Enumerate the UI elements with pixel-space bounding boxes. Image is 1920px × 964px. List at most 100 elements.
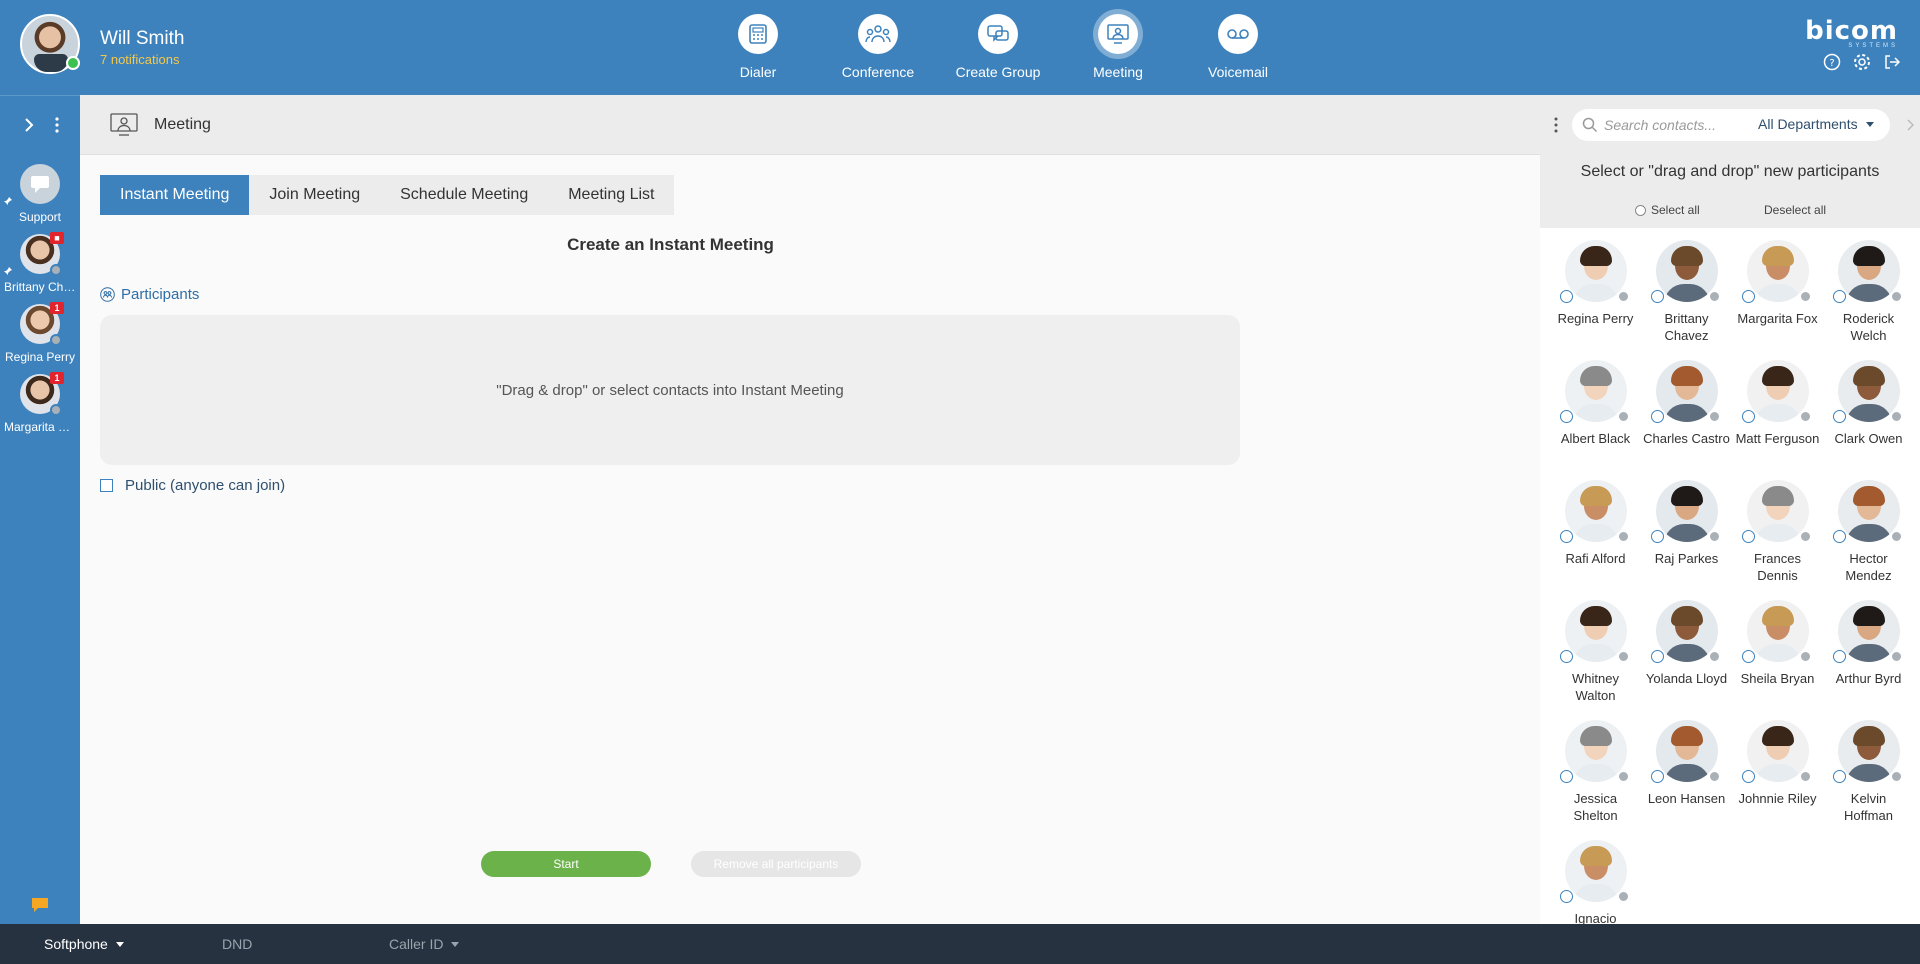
contact-select-radio[interactable] <box>1651 530 1664 543</box>
presence-status-icon <box>1890 530 1903 543</box>
tab-instant-meeting[interactable]: Instant Meeting <box>100 175 250 215</box>
contact-card[interactable]: Rafi Alford <box>1550 480 1641 600</box>
tab-meeting-list[interactable]: Meeting List <box>548 175 675 215</box>
contact-select-radio[interactable] <box>1651 770 1664 783</box>
chevron-down-icon <box>1865 121 1874 127</box>
nav-voicemail[interactable]: Voicemail <box>1183 14 1293 80</box>
dialer-icon <box>738 14 778 54</box>
contact-select-radio[interactable] <box>1833 290 1846 303</box>
online-status-icon <box>66 56 80 70</box>
nav-dialer[interactable]: Dialer <box>703 14 813 80</box>
dnd-toggle[interactable]: DND <box>222 936 252 952</box>
presence-status-icon <box>1617 650 1630 663</box>
public-checkbox[interactable] <box>100 479 113 492</box>
chevron-right-icon[interactable] <box>1906 119 1914 131</box>
nav-conference[interactable]: Conference <box>823 14 933 80</box>
contacts-panel: All Departments Select or "drag and drop… <box>1540 95 1920 924</box>
contact-select-radio[interactable] <box>1833 410 1846 423</box>
help-icon[interactable]: ? <box>1822 52 1842 72</box>
presence-status-icon <box>1890 650 1903 663</box>
sidebar-contact-name: Margarita Fox <box>4 420 79 434</box>
contact-select-radio[interactable] <box>1833 530 1846 543</box>
contact-select-radio[interactable] <box>1560 650 1573 663</box>
contact-select-radio[interactable] <box>1560 530 1573 543</box>
expand-chevron-icon[interactable] <box>18 114 40 136</box>
contact-card[interactable]: Brittany Chavez <box>1641 240 1732 360</box>
select-all-label: Select all <box>1651 203 1700 217</box>
contact-card[interactable]: Charles Castro <box>1641 360 1732 480</box>
search-icon <box>1582 117 1598 133</box>
deselect-all-link[interactable]: Deselect all <box>1764 203 1826 217</box>
panel-menu-dots-icon[interactable] <box>1552 115 1560 135</box>
contact-select-radio[interactable] <box>1742 770 1755 783</box>
contact-card[interactable]: Albert Black <box>1550 360 1641 480</box>
select-all-option[interactable]: Select all <box>1635 203 1700 217</box>
sidebar-contact-brittany[interactable]: ■ Brittany Chavez <box>0 232 80 294</box>
participants-drop-zone[interactable]: "Drag & drop" or select contacts into In… <box>100 315 1240 465</box>
brand-logo: bicom SYSTEMS <box>1805 16 1898 49</box>
presence-status-icon <box>1799 770 1812 783</box>
search-input[interactable] <box>1604 115 1744 135</box>
contact-select-radio[interactable] <box>1742 290 1755 303</box>
contact-card[interactable]: Arthur Byrd <box>1823 600 1914 720</box>
contact-select-radio[interactable] <box>1742 530 1755 543</box>
contact-card[interactable]: Matt Ferguson <box>1732 360 1823 480</box>
caller-id-select[interactable]: Caller ID <box>389 936 460 952</box>
department-select[interactable]: All Departments <box>1758 116 1874 132</box>
contact-card[interactable]: Frances Dennis <box>1732 480 1823 600</box>
panel-instruction: Select or "drag and drop" new participan… <box>1580 163 1880 180</box>
brand-name: bicom <box>1805 16 1898 46</box>
start-button[interactable]: Start <box>481 851 651 877</box>
contact-select-radio[interactable] <box>1651 410 1664 423</box>
contact-name: Roderick Welch <box>1842 311 1895 343</box>
settings-gear-icon[interactable] <box>1852 52 1872 72</box>
presence-status-icon <box>1799 650 1812 663</box>
contact-card[interactable]: Sheila Bryan <box>1732 600 1823 720</box>
contact-select-radio[interactable] <box>1560 410 1573 423</box>
contact-select-radio[interactable] <box>1651 290 1664 303</box>
select-all-radio[interactable] <box>1635 204 1646 216</box>
nav-create-group[interactable]: Create Group <box>943 14 1053 80</box>
contact-card[interactable]: Roderick Welch <box>1823 240 1914 360</box>
contact-select-radio[interactable] <box>1651 650 1664 663</box>
tab-schedule-meeting[interactable]: Schedule Meeting <box>380 175 549 215</box>
contact-select-radio[interactable] <box>1742 410 1755 423</box>
user-name[interactable]: Will Smith <box>100 28 184 50</box>
public-option[interactable]: Public (anyone can join) <box>100 477 285 494</box>
contact-card[interactable]: Johnnie Riley <box>1732 720 1823 840</box>
contact-select-radio[interactable] <box>1560 770 1573 783</box>
tab-join-meeting[interactable]: Join Meeting <box>249 175 381 215</box>
softphone-select[interactable]: Softphone <box>44 936 124 952</box>
contact-card[interactable]: Regina Perry <box>1550 240 1641 360</box>
contact-select-radio[interactable] <box>1560 290 1573 303</box>
contact-card[interactable]: Clark Owen <box>1823 360 1914 480</box>
contact-card[interactable]: Yolanda Lloyd <box>1641 600 1732 720</box>
nav-meeting-label: Meeting <box>1093 64 1143 80</box>
contact-card[interactable]: Raj Parkes <box>1641 480 1732 600</box>
public-label: Public (anyone can join) <box>125 477 286 494</box>
chat-bubble-icon[interactable] <box>30 896 50 914</box>
contact-card[interactable]: Jessica Shelton <box>1550 720 1641 840</box>
page-subheader: Meeting <box>80 95 1540 155</box>
sidebar-menu-dots-icon[interactable] <box>50 114 64 136</box>
presence-status-icon <box>50 264 62 276</box>
contact-select-radio[interactable] <box>1560 890 1573 903</box>
contact-name: Regina Perry <box>1557 311 1634 326</box>
sidebar-contact-margarita[interactable]: 1 Margarita Fox <box>0 372 80 434</box>
contact-card[interactable]: Ignacio <box>1550 840 1641 924</box>
nav-meeting[interactable]: Meeting <box>1063 14 1173 80</box>
drop-zone-text: "Drag & drop" or select contacts into In… <box>496 381 844 399</box>
contact-select-radio[interactable] <box>1833 770 1846 783</box>
sidebar-contact-regina[interactable]: 1 Regina Perry <box>0 302 80 364</box>
contact-card[interactable]: Whitney Walton <box>1550 600 1641 720</box>
contact-card[interactable]: Kelvin Hoffman <box>1823 720 1914 840</box>
contact-select-radio[interactable] <box>1742 650 1755 663</box>
contact-card[interactable]: Margarita Fox <box>1732 240 1823 360</box>
contact-card[interactable]: Hector Mendez <box>1823 480 1914 600</box>
sidebar-contact-support[interactable]: Support <box>0 164 80 224</box>
contact-card[interactable]: Leon Hansen <box>1641 720 1732 840</box>
remove-all-participants-button[interactable]: Remove all participants <box>691 851 861 877</box>
logout-icon[interactable] <box>1882 52 1902 72</box>
contact-select-radio[interactable] <box>1833 650 1846 663</box>
notifications-link[interactable]: 7 notifications <box>100 52 180 67</box>
